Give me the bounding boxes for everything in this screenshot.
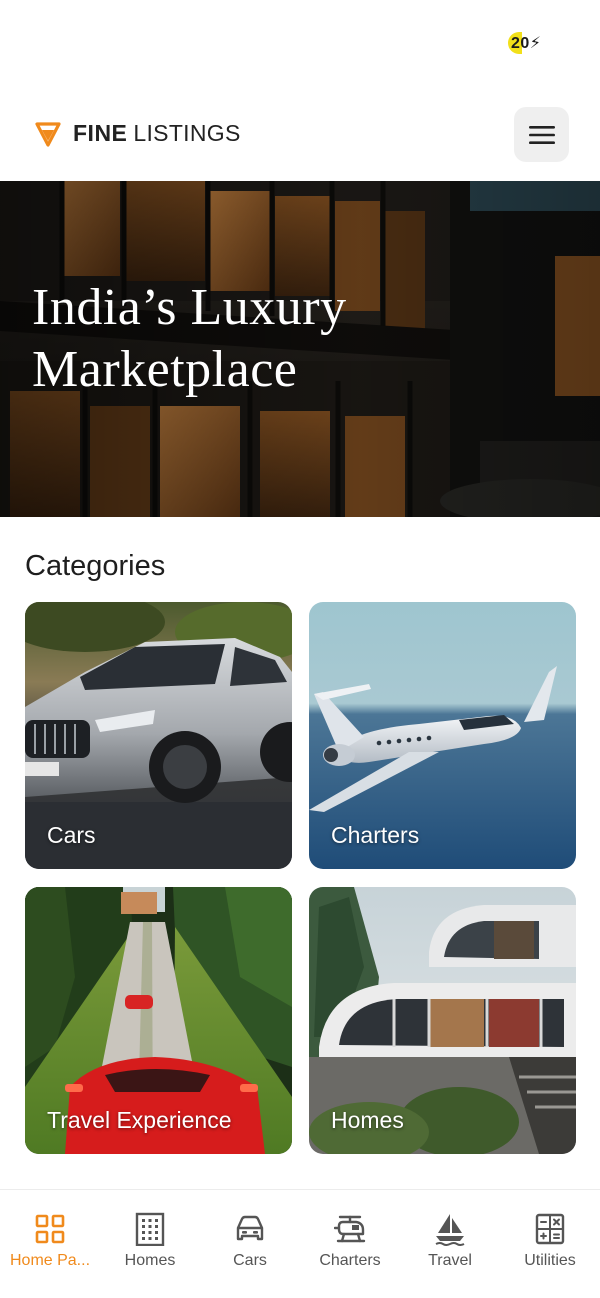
battery-indicator: 20⚡︎ — [508, 32, 542, 54]
category-card-homes[interactable]: Homes — [309, 887, 576, 1154]
category-card-cars[interactable]: Cars — [25, 602, 292, 869]
car-icon — [236, 1215, 264, 1241]
category-label-cars: Cars — [47, 822, 96, 848]
nav-label-charters: Charters — [319, 1252, 381, 1269]
hero-banner: India’s Luxury Marketplace — [0, 181, 600, 517]
calculator-icon — [535, 1213, 565, 1245]
nav-label-home-page: Home Pa... — [9, 1252, 91, 1269]
nav-item-cars[interactable]: Cars — [200, 1190, 300, 1298]
nav-item-utilities[interactable]: Utilities — [500, 1190, 600, 1298]
building-icon — [135, 1212, 165, 1246]
category-card-travel-experience[interactable]: Travel Experience — [25, 887, 292, 1154]
hero-title: India’s Luxury Marketplace — [32, 277, 347, 401]
hero-title-line-2: Marketplace — [32, 341, 298, 398]
category-label-charters: Charters — [331, 822, 420, 848]
app-header: FINE LISTINGS — [0, 96, 600, 176]
nav-label-utilities: Utilities — [524, 1252, 576, 1269]
bottom-navigation: Home Pa... Homes Cars Charters Travel Ut… — [0, 1189, 600, 1298]
categories-title: Categories — [25, 550, 166, 582]
nav-item-homes[interactable]: Homes — [100, 1190, 200, 1298]
battery-level: 20⚡︎ — [511, 35, 542, 52]
status-bar: 20⚡︎ — [0, 0, 600, 90]
nav-item-travel[interactable]: Travel — [400, 1190, 500, 1298]
hamburger-menu-icon — [528, 125, 555, 144]
nav-label-cars: Cars — [233, 1252, 267, 1269]
nav-item-charters[interactable]: Charters — [300, 1190, 400, 1298]
helicopter-icon — [334, 1215, 366, 1243]
grid-icon — [35, 1214, 65, 1244]
logo-text-bold: FINE — [73, 120, 128, 146]
charging-bolt-icon: ⚡︎ — [529, 35, 542, 52]
nav-label-travel: Travel — [428, 1252, 472, 1269]
hero-title-line-1: India’s Luxury — [32, 279, 347, 336]
category-card-charters[interactable]: Charters — [309, 602, 576, 869]
logo-shield-icon — [35, 121, 61, 147]
menu-button[interactable] — [514, 107, 569, 162]
nav-label-homes: Homes — [124, 1252, 176, 1269]
sailboat-icon — [435, 1214, 465, 1246]
logo[interactable]: FINE LISTINGS — [35, 120, 241, 147]
nav-item-home-page[interactable]: Home Pa... — [0, 1190, 100, 1298]
category-label-travel-experience: Travel Experience — [47, 1107, 232, 1133]
logo-text-light: LISTINGS — [133, 120, 241, 146]
category-label-homes: Homes — [331, 1107, 404, 1133]
